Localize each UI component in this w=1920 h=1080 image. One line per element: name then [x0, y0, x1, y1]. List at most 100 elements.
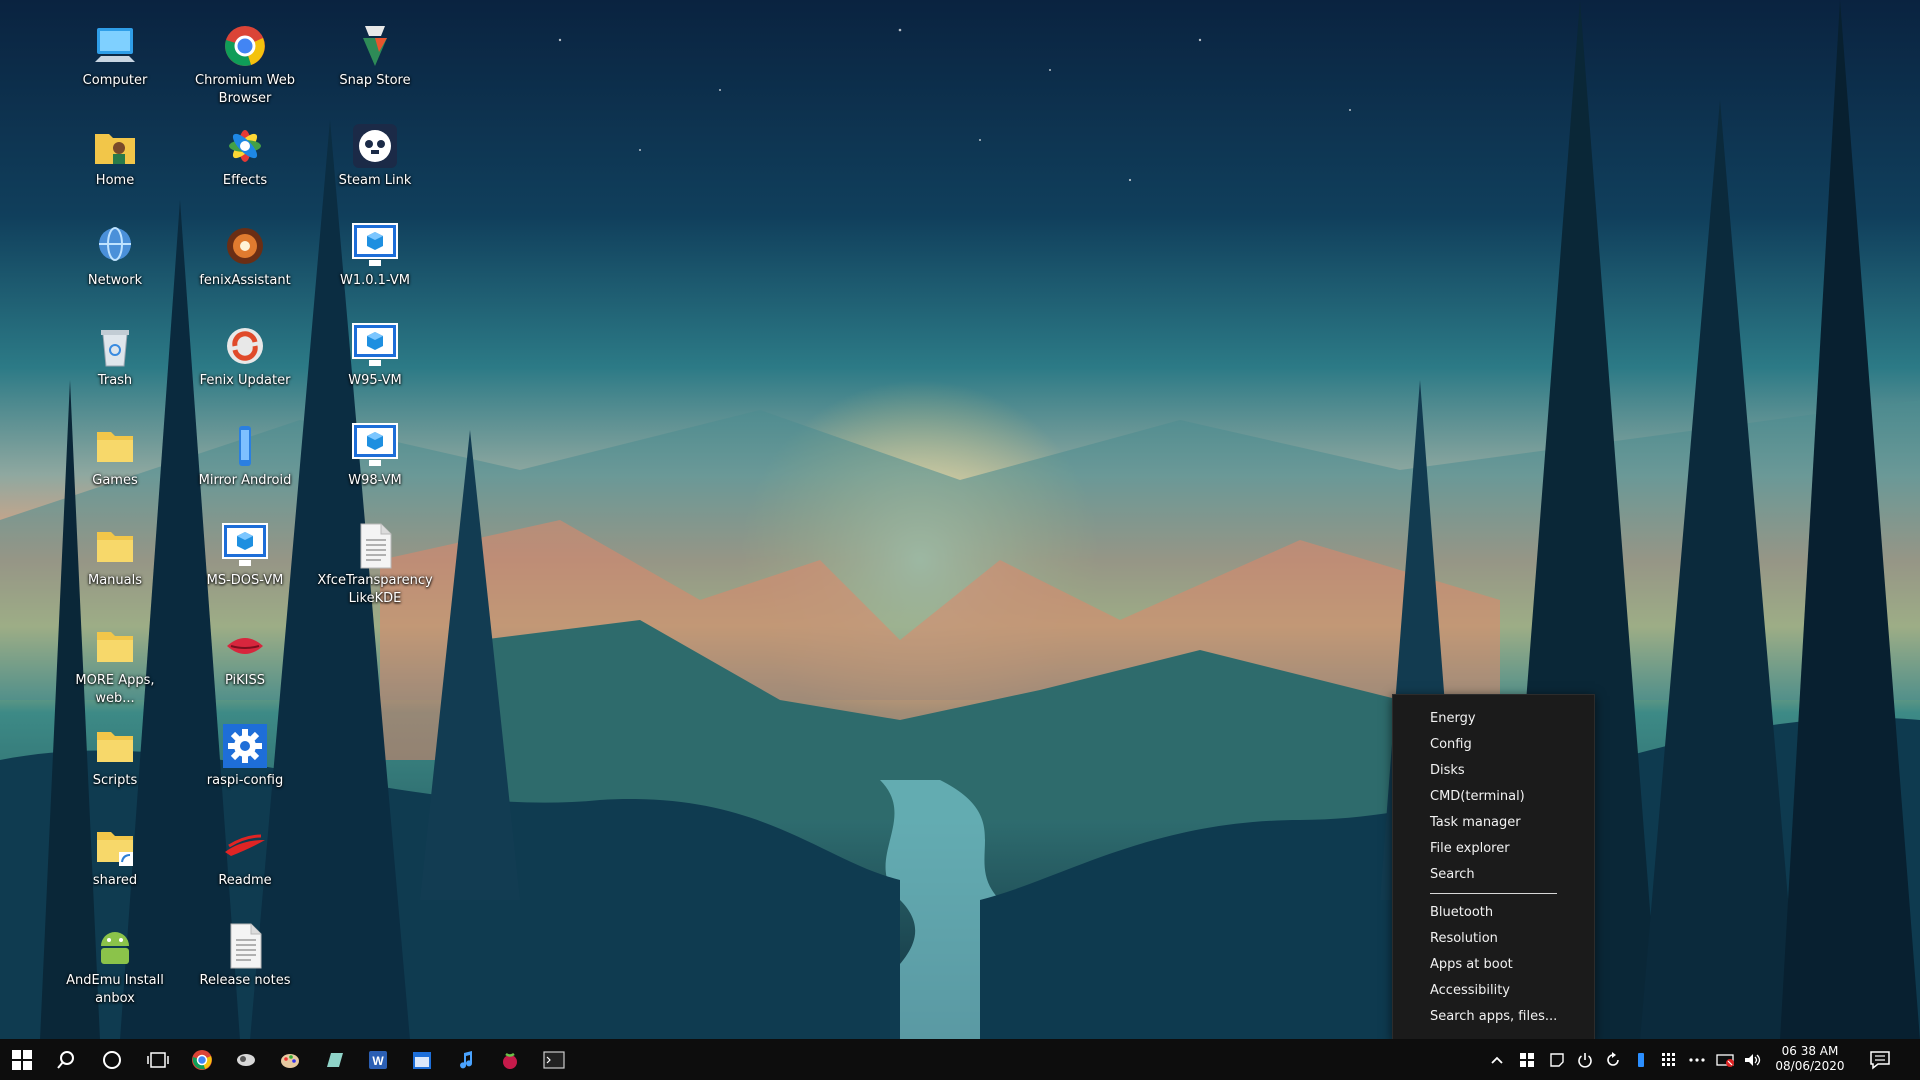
menu-item-file-explorer[interactable]: File explorer: [1393, 836, 1594, 862]
desktop-icon[interactable]: shared: [52, 822, 178, 890]
desktop-icon-label: raspi-config: [206, 773, 284, 788]
taskbar-task-view-button[interactable]: [136, 1039, 180, 1080]
taskbar-clock[interactable]: 06 38 AM 08/06/2020: [1760, 1044, 1860, 1074]
bluetooth-icon: [1638, 1052, 1644, 1067]
desktop-icon[interactable]: fenixAssistant: [182, 222, 308, 290]
notes-icon: [1550, 1052, 1564, 1067]
folder-icon: [91, 522, 139, 570]
desktop-icon-label: W1.0.1-VM: [340, 273, 410, 288]
cortana-circle-icon: [103, 1050, 121, 1069]
phone-icon: [221, 422, 269, 470]
android-icon: [91, 922, 139, 970]
action-center-button[interactable]: [1855, 1039, 1905, 1080]
taskbar-search-button[interactable]: [44, 1039, 88, 1080]
tray-windows-flag[interactable]: [1513, 1039, 1541, 1080]
desktop-icon-label: shared: [92, 873, 138, 888]
tray-power[interactable]: [1571, 1039, 1599, 1080]
desktop-icon[interactable]: W95-VM: [312, 322, 438, 390]
taskbar-word[interactable]: W: [356, 1039, 400, 1080]
home-folder-icon: [91, 122, 139, 170]
tray-more[interactable]: [1683, 1039, 1711, 1080]
desktop-icon[interactable]: Scripts: [52, 722, 178, 790]
menu-item-config[interactable]: Config: [1393, 732, 1594, 758]
tray-overflow-button[interactable]: [1483, 1039, 1511, 1080]
menu-item-bluetooth[interactable]: Bluetooth: [1393, 900, 1594, 926]
menu-item-accessibility[interactable]: Accessibility: [1393, 978, 1594, 1004]
desktop-icon[interactable]: MORE Apps, web...: [52, 622, 178, 708]
desktop-icon[interactable]: W98-VM: [312, 422, 438, 490]
desktop-icon-label: W95-VM: [348, 373, 402, 388]
desktop-icon[interactable]: Home: [52, 122, 178, 190]
vm-monitor-icon: [351, 222, 399, 270]
tray-refresh[interactable]: [1599, 1039, 1627, 1080]
desktop-icon-label: MS-DOS-VM: [206, 573, 284, 588]
menu-item-search[interactable]: Search: [1393, 862, 1594, 888]
taskbar-paint[interactable]: [268, 1039, 312, 1080]
desktop-icon[interactable]: MS-DOS-VM: [182, 522, 308, 590]
folder-icon: [91, 422, 139, 470]
menu-item-task-manager[interactable]: Task manager: [1393, 810, 1594, 836]
taskbar-notes[interactable]: [312, 1039, 356, 1080]
paint-icon: [281, 1053, 299, 1068]
desktop-icon-label: Chromium Web Browser: [195, 73, 295, 106]
tray-network[interactable]: [1711, 1039, 1739, 1080]
desktop-icon[interactable]: Manuals: [52, 522, 178, 590]
desktop-icon[interactable]: Steam Link: [312, 122, 438, 190]
tray-bluetooth[interactable]: [1627, 1039, 1655, 1080]
desktop-icon[interactable]: Effects: [182, 122, 308, 190]
desktop-icon[interactable]: Snap Store: [312, 22, 438, 90]
start-button[interactable]: [0, 1039, 44, 1080]
desktop-icon-label: Home: [95, 173, 135, 188]
taskbar-cortana-button[interactable]: [90, 1039, 134, 1080]
menu-item-search-apps-files[interactable]: Search apps, files...: [1393, 1004, 1594, 1030]
trash-icon: [91, 322, 139, 370]
desktop-icon-label: MORE Apps, web...: [75, 673, 155, 706]
desktop-icon-label: Games: [92, 473, 138, 488]
tray-notes[interactable]: [1543, 1039, 1571, 1080]
desktop-icon[interactable]: W1.0.1-VM: [312, 222, 438, 290]
vm-monitor-icon: [351, 422, 399, 470]
menu-separator: [1430, 893, 1557, 894]
raspberry-icon: [503, 1052, 517, 1069]
taskbar-calendar[interactable]: [400, 1039, 444, 1080]
desktop-icon-label: Manuals: [87, 573, 142, 588]
refresh-icon: [1607, 1051, 1619, 1066]
folder-icon: [91, 722, 139, 770]
taskbar-chromium[interactable]: [180, 1039, 224, 1080]
menu-item-apps-at-boot[interactable]: Apps at boot: [1393, 952, 1594, 978]
taskbar-raspberry[interactable]: [488, 1039, 532, 1080]
power-icon: [1578, 1052, 1592, 1068]
windows-flag-icon: [1520, 1052, 1534, 1067]
tray-context-menu: Energy Config Disks CMD(terminal) Task m…: [1392, 694, 1595, 1041]
chromium-icon: [221, 22, 269, 70]
desktop-icon[interactable]: Readme: [182, 822, 308, 890]
desktop-icon[interactable]: AndEmu Install anbox: [52, 922, 178, 1008]
desktop-icon[interactable]: Mirror Android: [182, 422, 308, 490]
readme-icon: [221, 822, 269, 870]
gear-icon: [221, 722, 269, 770]
tray-grid[interactable]: [1655, 1039, 1683, 1080]
desktop-icon[interactable]: XfceTransparencyLikeKDE: [312, 522, 438, 608]
desktop-icon[interactable]: Trash: [52, 322, 178, 390]
desktop-icon[interactable]: Fenix Updater: [182, 322, 308, 390]
desktop-icon[interactable]: Chromium Web Browser: [182, 22, 308, 108]
menu-item-energy[interactable]: Energy: [1393, 706, 1594, 732]
desktop-icon-label: PiKISS: [224, 673, 266, 688]
desktop-icon[interactable]: PiKISS: [182, 622, 308, 690]
desktop-icon[interactable]: Games: [52, 422, 178, 490]
menu-item-resolution[interactable]: Resolution: [1393, 926, 1594, 952]
taskbar-music[interactable]: [444, 1039, 488, 1080]
taskbar-terminal[interactable]: [532, 1039, 576, 1080]
desktop-icon[interactable]: raspi-config: [182, 722, 308, 790]
taskbar-fenix[interactable]: [224, 1039, 268, 1080]
desktop-icon[interactable]: Network: [52, 222, 178, 290]
word-icon: W: [369, 1050, 387, 1069]
desktop-icon-label: Computer: [82, 73, 148, 88]
menu-item-disks[interactable]: Disks: [1393, 758, 1594, 784]
network-icon: [91, 222, 139, 270]
desktop-icon[interactable]: Release notes: [182, 922, 308, 990]
taskbar: W 06 38 AM 08/06/2020: [0, 1039, 1920, 1080]
desktop-icon[interactable]: Computer: [52, 22, 178, 90]
svg-text:W: W: [372, 1054, 384, 1068]
menu-item-cmd-terminal[interactable]: CMD(terminal): [1393, 784, 1594, 810]
